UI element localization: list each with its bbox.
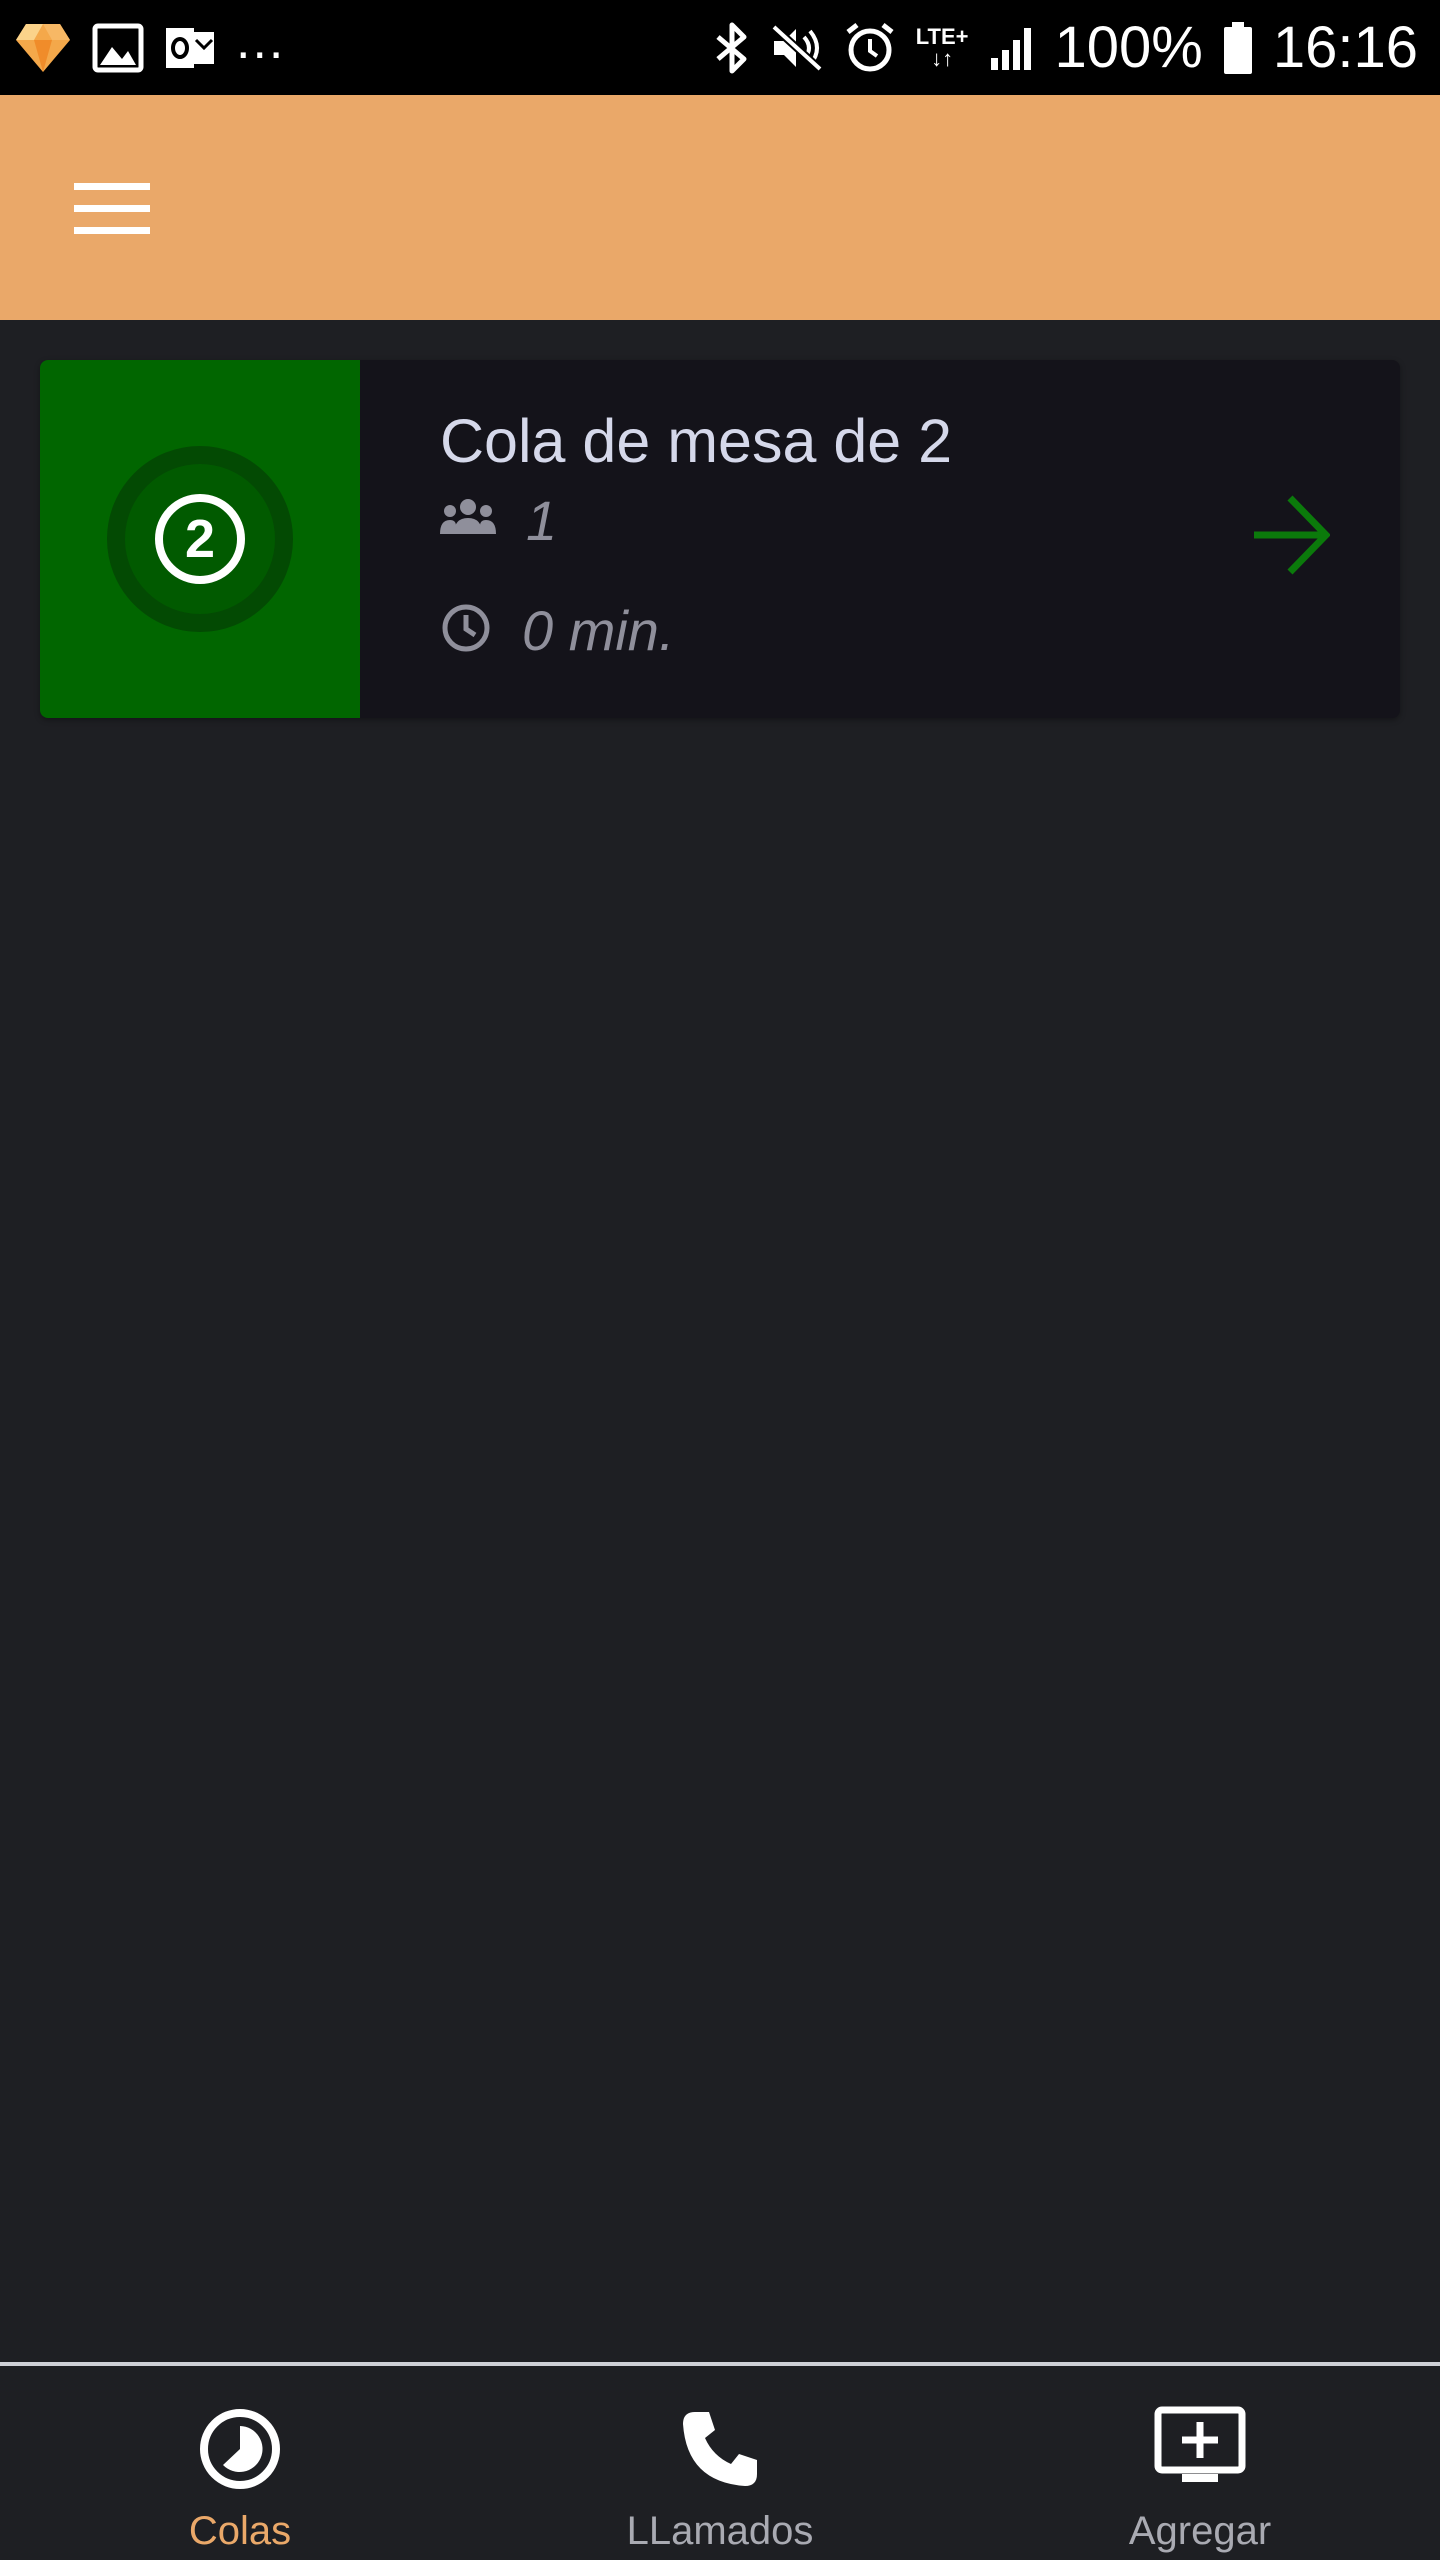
battery-icon [1223, 21, 1253, 75]
sketch-icon [14, 22, 72, 74]
timer-icon [197, 2406, 283, 2497]
add-screen-icon [1154, 2406, 1246, 2497]
status-bar-left: ... [14, 15, 285, 74]
queue-badge-number: 2 [155, 494, 245, 584]
queue-wait-time: 0 min. [522, 599, 675, 662]
people-icon [440, 498, 496, 543]
queue-badge: 2 [40, 360, 360, 718]
queue-badge-ring: 2 [107, 446, 293, 632]
network-activity-arrows: ↓↑ [931, 45, 954, 71]
mute-icon [770, 23, 824, 73]
nav-item-llamados[interactable]: LLamados [480, 2366, 960, 2560]
signal-icon [989, 24, 1035, 72]
notification-overflow: ... [236, 11, 286, 70]
queue-open-button[interactable] [1252, 494, 1331, 581]
nav-item-colas[interactable]: Colas [0, 2366, 480, 2560]
clock-icon [440, 602, 492, 659]
bluetooth-icon [714, 21, 750, 75]
status-bar-right: LTE+ ↓↑ 100% 16:16 [714, 14, 1418, 80]
nav-label-agregar: Agregar [1128, 2509, 1272, 2553]
network-type-label: LTE+ [915, 23, 969, 49]
queue-time-row: 0 min. [440, 598, 675, 663]
queue-title: Cola de mesa de 2 [440, 407, 953, 475]
app-bar [0, 95, 1440, 320]
status-time: 16:16 [1272, 14, 1418, 80]
phone-icon [677, 2406, 763, 2497]
menu-button[interactable] [64, 163, 160, 259]
nav-item-agregar[interactable]: Agregar [960, 2366, 1440, 2560]
outlook-icon [164, 24, 216, 72]
arrow-right-icon [1252, 495, 1331, 580]
queue-card[interactable]: 2 Cola de mesa de 2 1 0 min. [40, 360, 1400, 718]
battery-percentage: 100% [1054, 14, 1203, 80]
alarm-icon [844, 22, 896, 74]
hamburger-menu-icon [74, 181, 150, 242]
network-type-indicator: LTE+ ↓↑ [915, 23, 969, 71]
bottom-navigation: Colas LLamados Agregar [0, 2362, 1440, 2560]
gallery-icon [92, 23, 144, 73]
queue-people-row: 1 [440, 488, 557, 553]
status-bar: ... LTE+ ↓↑ 100% 16:16 [0, 0, 1440, 95]
nav-label-llamados: LLamados [626, 2509, 814, 2553]
nav-label-colas: Colas [188, 2509, 292, 2553]
queue-people-count: 1 [526, 489, 558, 552]
app-screen: ... LTE+ ↓↑ 100% 16:16 2 Cola de mesa de… [0, 0, 1440, 2560]
